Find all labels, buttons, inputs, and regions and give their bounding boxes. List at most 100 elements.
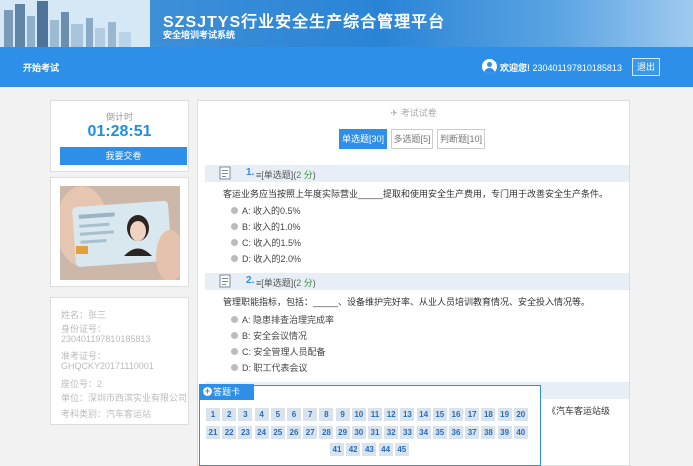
question-nav-button[interactable]: 9 [335,408,350,421]
question-nav-button[interactable]: 11 [368,408,382,421]
city-skyline-logo [0,0,150,47]
submit-exam-button[interactable]: 我要交卷 [60,147,187,165]
header-banner: SZSJTYS行业安全生产综合管理平台 安全培训考试系统 [0,0,693,47]
question-number: 1. [246,167,255,178]
question-nav-button[interactable]: 10 [351,408,366,421]
question-text-partial: 《汽车客运站级 [547,406,611,416]
question-nav-button[interactable]: 25 [270,426,285,439]
user-id: 230401197810185813 [532,63,622,73]
tab-single-choice[interactable]: 单选题[30] [339,129,387,149]
option-d[interactable]: D: 收入的2.0% [231,252,301,265]
radio-icon[interactable] [231,223,238,231]
option-c[interactable]: C: 收入的1.5% [231,236,301,249]
tab-true-false[interactable]: 判断题[10] [437,129,485,149]
question-nav-button[interactable]: 6 [287,408,301,421]
option-b[interactable]: B: 收入的1.0% [231,220,301,233]
question-nav-button[interactable]: 27 [303,426,318,439]
option-b[interactable]: B: 安全会议情况 [231,329,307,342]
question-nav-button[interactable]: 4 [254,408,269,421]
radio-icon[interactable] [231,207,238,215]
question-text: 管理职能指标，包括：_____、设备维护完好率、从业人员培训教育情况、安全投入情… [223,297,591,307]
question-nav-button[interactable]: 44 [378,443,393,456]
photo-panel [50,177,189,287]
question-nav-button[interactable]: 23 [238,426,253,439]
question-text: 客运业务应当按照上年度实际营业_____提取和使用安全生产费用，专门用于改善安全… [223,189,609,199]
question-nav-button[interactable]: 42 [346,443,361,456]
question-nav-button[interactable]: 35 [432,426,447,439]
candidate-id-photo [60,186,180,280]
question-nav-button[interactable]: 28 [319,426,334,439]
seat-number: 座位号：2 [61,379,103,389]
question-nav-button[interactable]: 8 [319,408,334,421]
question-nav-button[interactable]: 29 [335,426,350,439]
question-nav-button[interactable]: 16 [449,408,463,421]
document-icon [219,274,231,288]
candidate-unit: 单位：深圳市西滨实业有限公司 [61,393,188,403]
welcome-text: 欢迎您! 230401197810185813 [500,61,622,74]
question-nav-button[interactable]: 24 [254,426,269,439]
question-nav-button[interactable]: 45 [394,443,409,456]
question-points: 2 分 [296,278,313,288]
radio-icon[interactable] [231,332,238,340]
question-nav-button[interactable]: 31 [368,426,382,439]
exam-heading-text: 考试试卷 [400,108,437,118]
question-nav-button[interactable]: 38 [481,426,496,439]
top-navbar: 开始考试 欢迎您! 230401197810185813 退出 [0,47,693,87]
question-nav-button[interactable]: 26 [287,426,301,439]
question-type: ≡[单选题](2 分) [256,278,316,288]
answer-card-toggle[interactable]: + 答题卡 [199,384,254,400]
id-number-value: 230401197810185813 [61,334,151,344]
logout-button[interactable]: 退出 [632,58,660,76]
question-nav-button[interactable]: 18 [481,408,496,421]
radio-icon[interactable] [231,348,238,356]
question-nav-button[interactable]: 33 [400,426,415,439]
question-nav-button[interactable]: 13 [400,408,415,421]
question-nav-button[interactable]: 30 [351,426,366,439]
question-nav-button[interactable]: 7 [303,408,318,421]
tab-multiple-choice[interactable]: 多选题[5] [391,129,433,149]
question-nav-button[interactable]: 40 [513,426,528,439]
user-avatar-icon [482,59,497,74]
option-c[interactable]: C: 安全管理人员配备 [231,345,326,358]
countdown-label: 倒计时 [105,112,133,122]
candidate-name: 姓名：张三 [61,310,107,320]
question-header: 1. ≡[单选题](2 分) [205,165,629,182]
question-nav-button[interactable]: 37 [465,426,480,439]
question-nav-button[interactable]: 34 [416,426,431,439]
option-a[interactable]: A: 隐患排查治理完成率 [231,313,334,326]
radio-icon[interactable] [231,364,238,372]
document-icon [219,166,231,180]
radio-icon[interactable] [231,255,238,263]
page-title: 开始考试 [23,63,60,73]
question-nav-button[interactable]: 36 [449,426,463,439]
paper-plane-icon: ✈ [390,108,398,118]
question-nav-button[interactable]: 39 [497,426,512,439]
question-nav-button[interactable]: 19 [497,408,512,421]
question-type: ≡[单选题](2 分) [256,170,316,180]
radio-icon[interactable] [231,316,238,324]
question-points: 2 分 [296,170,313,180]
question-nav-button[interactable]: 3 [238,408,253,421]
question-nav-button[interactable]: 15 [432,408,447,421]
candidate-info-panel: 姓名：张三 身份证号： 230401197810185813 准考证号： GHQ… [50,297,189,425]
question-nav-button[interactable]: 20 [513,408,528,421]
option-a[interactable]: A: 收入的0.5% [231,204,301,217]
exam-heading: ✈ 考试试卷 [198,106,629,119]
option-d[interactable]: D: 职工代表会议 [231,361,308,374]
question-nav-button[interactable]: 43 [362,443,377,456]
radio-icon[interactable] [231,239,238,247]
question-nav-button[interactable]: 5 [270,408,285,421]
question-nav-button[interactable]: 32 [384,426,399,439]
exam-category: 考科类别：汽车客运站 [61,409,152,419]
question-nav-button[interactable]: 2 [222,408,237,421]
question-nav-button[interactable]: 17 [465,408,480,421]
question-nav-button[interactable]: 12 [384,408,399,421]
question-nav-button[interactable]: 1 [206,408,220,421]
question-nav-button[interactable]: 14 [416,408,431,421]
question-nav-button[interactable]: 41 [330,443,344,456]
question-nav-button[interactable]: 22 [222,426,237,439]
ticket-number-value: GHQCKY20171110001 [61,361,154,371]
question-number: 2. [246,275,255,286]
welcome-label: 欢迎您! [500,63,530,73]
question-nav-button[interactable]: 21 [206,426,220,439]
